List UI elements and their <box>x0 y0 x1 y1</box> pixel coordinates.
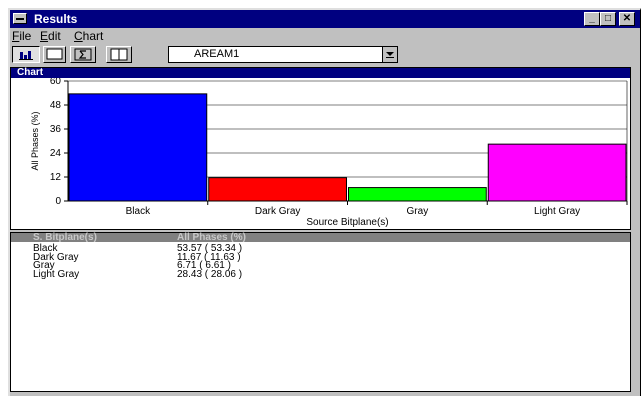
bar-chart-button[interactable] <box>12 46 40 63</box>
bitplane-select[interactable]: AREAM1 <box>168 46 398 63</box>
sum-button[interactable] <box>70 46 96 63</box>
results-table: S. Bitplane(s) All Phases (%) Black 53.57… <box>10 232 631 392</box>
bar-chart: 0 12 24 36 48 60 Black Dark Gray Gray Light Gray S… <box>30 78 628 228</box>
x-tick-label: Light Gray <box>534 206 580 217</box>
y-tick-label: 0 <box>55 196 61 207</box>
system-menu-icon[interactable] <box>13 13 27 24</box>
maximize-button[interactable]: □ <box>600 12 616 26</box>
split-view-button[interactable] <box>106 46 132 63</box>
y-tick-label: 12 <box>50 172 62 183</box>
column-header-bitplane: S. Bitplane(s) <box>33 232 97 243</box>
menu-file[interactable]: File <box>12 29 31 43</box>
y-tick-label: 36 <box>50 124 62 135</box>
bar-light-gray <box>487 143 627 202</box>
minimize-button[interactable]: _ <box>584 12 600 26</box>
split-panel-icon <box>110 48 128 61</box>
bar-dark-gray <box>208 177 347 202</box>
y-tick-label: 24 <box>50 148 62 159</box>
table-header: S. Bitplane(s) All Phases (%) <box>11 232 630 243</box>
blank-page-icon <box>46 48 63 60</box>
table-cell-phases: 28.43 ( 28.06 ) <box>177 268 243 280</box>
column-header-phases: All Phases (%) <box>177 232 246 243</box>
bitplane-select-value: AREAM1 <box>194 48 240 60</box>
bar-chart-icon <box>19 51 33 60</box>
chevron-down-icon <box>386 52 394 58</box>
menu-chart[interactable]: Chart <box>74 29 103 43</box>
x-axis-label: Source Bitplane(s) <box>306 217 388 228</box>
results-window: Results _ □ ✕ File Edit Chart AREAM1 Cha… <box>8 8 641 396</box>
toolbar: AREAM1 <box>10 44 640 66</box>
sigma-icon <box>74 48 92 61</box>
x-tick-label: Black <box>126 206 151 217</box>
close-button[interactable]: ✕ <box>619 12 635 26</box>
title-bar[interactable]: Results _ □ ✕ <box>10 10 640 28</box>
chart-panel-title: Chart <box>11 68 630 78</box>
y-axis-label: All Phases (%) <box>30 111 40 170</box>
y-tick-label: 60 <box>50 78 62 87</box>
y-tick-label: 48 <box>50 100 62 111</box>
menu-bar: File Edit Chart <box>10 28 640 44</box>
menu-edit[interactable]: Edit <box>40 29 61 43</box>
window-title: Results <box>34 12 78 26</box>
x-tick-label: Gray <box>407 206 429 217</box>
bar-gray <box>348 187 487 202</box>
chart-panel: Chart 0 12 24 36 48 60 Black Dark Gray Gray Light… <box>10 67 631 230</box>
table-cell-bitplane: Light Gray <box>33 268 80 280</box>
dropdown-button[interactable] <box>382 47 397 62</box>
x-tick-label: Dark Gray <box>255 206 301 217</box>
blank-view-button[interactable] <box>43 46 66 63</box>
bar-black <box>68 93 208 202</box>
